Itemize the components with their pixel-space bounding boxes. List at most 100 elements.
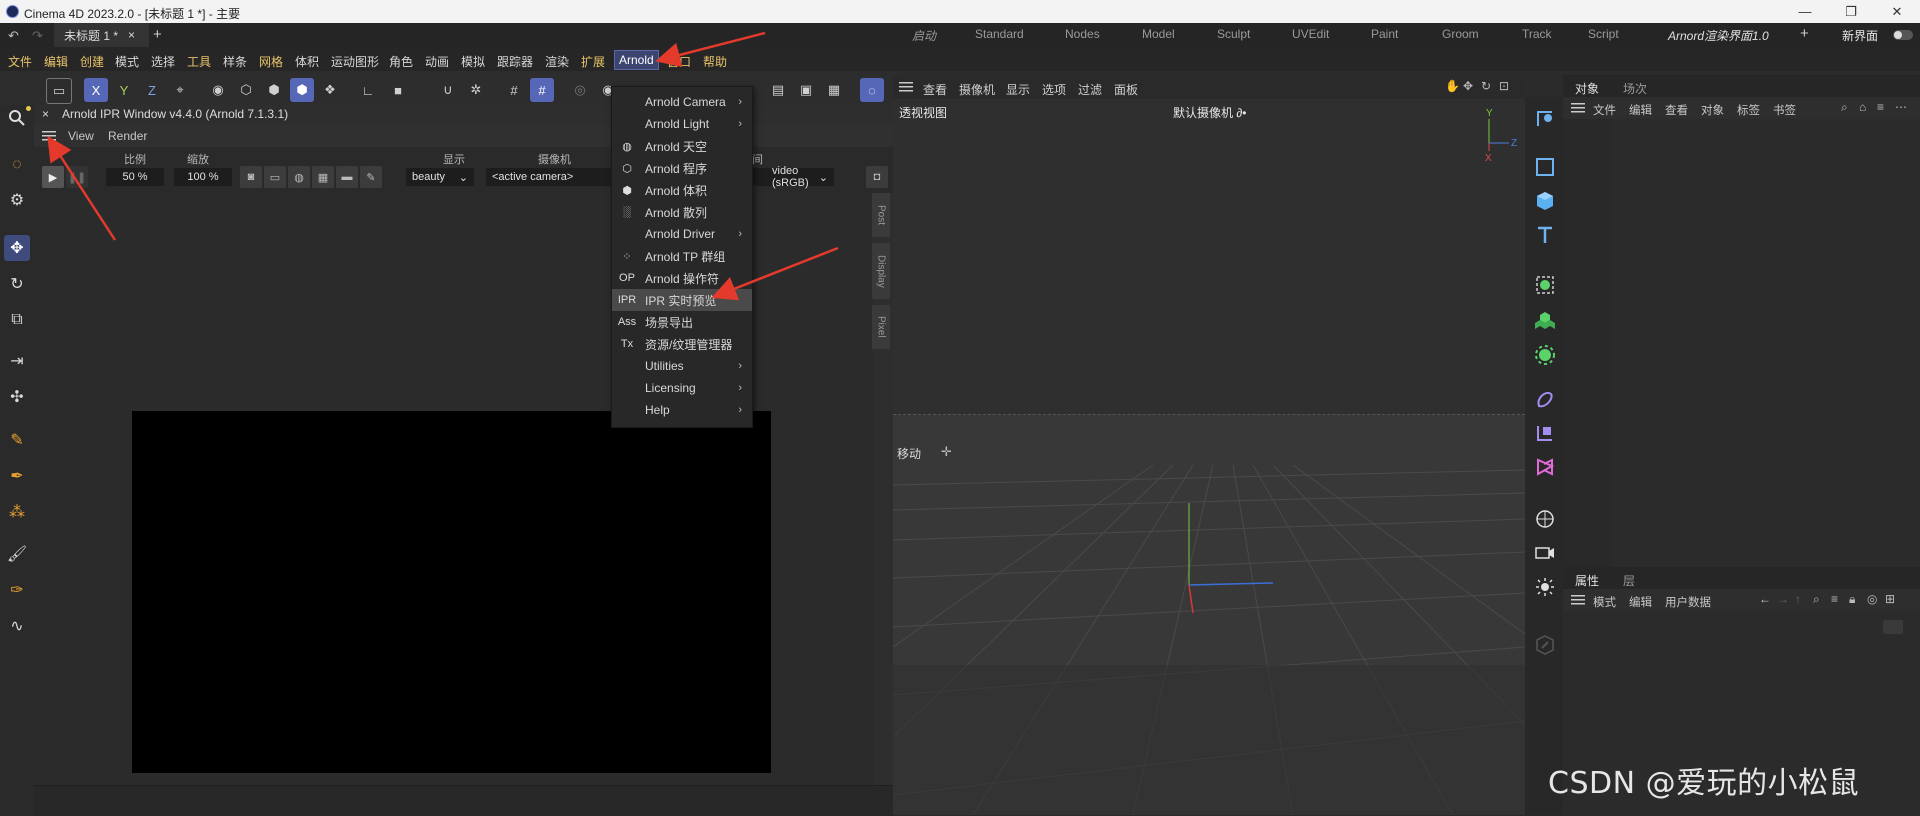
dropdown-item[interactable]: IPR IPR 实时预览 xyxy=(612,289,752,311)
om-menu-tags[interactable]: 标签 xyxy=(1737,102,1760,118)
layout-tab-arnold[interactable]: Arnord渲染界面1.0 xyxy=(1662,27,1775,49)
layout-tab-track[interactable]: Track xyxy=(1522,27,1552,41)
edges-mode-icon[interactable]: ⬡ xyxy=(234,78,258,102)
interface-toggle[interactable] xyxy=(1893,30,1913,40)
render-settings-icon[interactable]: ▦ xyxy=(822,78,846,102)
rotate-tool-icon[interactable]: ↻ xyxy=(4,271,30,297)
menu-edit[interactable]: 编辑 xyxy=(44,53,68,70)
viewport-menu-camera[interactable]: 摄像机 xyxy=(959,81,995,98)
globe-icon[interactable]: ◍ xyxy=(288,166,310,188)
cloner-green-icon[interactable] xyxy=(1531,307,1559,335)
menu-create[interactable]: 创建 xyxy=(80,53,104,70)
new-interface-button[interactable]: 新界面 xyxy=(1842,27,1878,44)
spline-point-icon[interactable]: ✒ xyxy=(4,463,30,489)
pan-hand-icon[interactable]: ✋ xyxy=(1445,79,1460,93)
tab-layers[interactable]: 层 xyxy=(1623,572,1635,589)
pen-icon[interactable]: ✑ xyxy=(4,577,30,603)
snapshot-icon[interactable]: ◙ xyxy=(240,166,262,188)
side-tab-post[interactable]: Post xyxy=(872,193,890,237)
attr-toggle-button[interactable] xyxy=(1883,620,1903,634)
layout-tab-groom[interactable]: Groom xyxy=(1442,27,1479,41)
spline-tool-icon[interactable] xyxy=(1531,105,1559,133)
viewport-menu-options[interactable]: 选项 xyxy=(1042,81,1066,98)
redo-icon[interactable]: ↷ xyxy=(32,28,43,44)
viewport-upper[interactable]: 透视视图 默认摄像机 ∂• Y Z X xyxy=(893,99,1525,415)
attr-lock-icon[interactable]: 🔒︎ xyxy=(1849,592,1855,607)
disabled-tool-icon[interactable] xyxy=(1531,631,1559,659)
document-tab-close-icon[interactable]: × xyxy=(128,28,135,42)
minimize-button[interactable]: — xyxy=(1782,0,1828,23)
attr-menu-userdata[interactable]: 用户数据 xyxy=(1665,594,1711,610)
om-home-icon[interactable]: ⌂ xyxy=(1859,100,1866,114)
add-layout-button[interactable]: + xyxy=(1800,25,1809,42)
ipr-close-icon[interactable]: × xyxy=(42,107,49,121)
menu-animate[interactable]: 动画 xyxy=(425,53,449,70)
debug-shading-icon[interactable]: ✎ xyxy=(360,166,382,188)
scale-field[interactable]: 50 % xyxy=(106,168,164,186)
sketch-icon[interactable]: ∿ xyxy=(4,613,30,639)
deformer-icon[interactable] xyxy=(1531,385,1559,413)
dropdown-item[interactable]: Help › xyxy=(612,399,752,421)
layout-tab-startup[interactable]: 启动 xyxy=(912,27,936,44)
ipr-pause-button[interactable]: ❚❚ xyxy=(66,166,88,188)
dropdown-item[interactable]: Tx 资源/纹理管理器 xyxy=(612,333,752,355)
om-search-icon[interactable]: ⌕ xyxy=(1841,100,1848,115)
render-canvas[interactable] xyxy=(132,411,771,773)
dropdown-item[interactable]: Arnold Driver › xyxy=(612,223,752,245)
om-menu-file[interactable]: 文件 xyxy=(1593,102,1616,118)
menu-help[interactable]: 帮助 xyxy=(703,53,727,70)
axis-y-lock-icon[interactable]: Y xyxy=(112,78,136,102)
attr-new-window-icon[interactable]: ⊞ xyxy=(1885,592,1895,606)
solo-icon[interactable]: ■ xyxy=(386,78,410,102)
camera-select[interactable]: <active camera> xyxy=(486,168,616,186)
tab-takes[interactable]: 场次 xyxy=(1623,80,1647,97)
om-filter-icon[interactable]: ≡ xyxy=(1877,100,1884,114)
snap-icon[interactable]: ∪ xyxy=(436,78,460,102)
polygons-mode-icon[interactable]: ⬢ xyxy=(262,78,286,102)
attr-search-icon[interactable]: ⌕ xyxy=(1813,592,1820,607)
coordinate-system-icon[interactable]: ⌖ xyxy=(168,78,192,102)
back-arrow-icon[interactable]: ← xyxy=(1759,592,1771,606)
forward-arrow-icon[interactable]: → xyxy=(1777,592,1789,606)
bucket-icon[interactable]: ▦ xyxy=(312,166,334,188)
points-mode-icon[interactable]: ◉ xyxy=(206,78,230,102)
viewport-menu-panel[interactable]: 面板 xyxy=(1114,81,1138,98)
select-live-icon[interactable]: ◌ xyxy=(4,152,30,178)
layout-tab-standard[interactable]: Standard xyxy=(975,27,1024,41)
rectangle-spline-icon[interactable] xyxy=(1531,153,1559,181)
maximize-view-icon[interactable]: ⊡ xyxy=(1499,79,1509,93)
camera-snapshot-icon[interactable]: ◘ xyxy=(866,166,888,188)
menu-tracker[interactable]: 跟踪器 xyxy=(497,53,533,70)
attr-menu-mode[interactable]: 模式 xyxy=(1593,594,1616,610)
render-view-icon[interactable]: ▭ xyxy=(46,78,72,104)
scene-node-icon[interactable] xyxy=(1531,453,1559,481)
tool-settings-icon[interactable]: ⚙ xyxy=(4,187,30,213)
viewport-menu-filter[interactable]: 过滤 xyxy=(1078,81,1102,98)
dropdown-item[interactable]: OP Arnold 操作符 xyxy=(612,267,752,289)
render-region-icon[interactable]: ▤ xyxy=(766,78,790,102)
dropdown-item[interactable]: Licensing › xyxy=(612,377,752,399)
scale-tool-icon[interactable]: ⧉ xyxy=(4,307,30,333)
transform-tool-icon[interactable]: ⇥ xyxy=(4,348,30,374)
arnold-render-icon[interactable]: ◌ xyxy=(860,78,884,102)
menu-select[interactable]: 选择 xyxy=(151,53,175,70)
region-icon[interactable]: ▭ xyxy=(264,166,286,188)
axis-z-lock-icon[interactable]: Z xyxy=(140,78,164,102)
dropdown-item[interactable]: Ass 场景导出 xyxy=(612,311,752,333)
undo-icon[interactable]: ↶ xyxy=(8,28,19,44)
dropdown-item[interactable]: Arnold Light › xyxy=(612,113,752,135)
cube-icon[interactable] xyxy=(1531,187,1559,215)
attributes-hamburger-icon[interactable] xyxy=(1571,594,1585,606)
isolate-icon[interactable]: ▬ xyxy=(336,166,358,188)
grid-snap-icon[interactable]: # xyxy=(530,78,554,102)
menu-arnold[interactable]: Arnold xyxy=(614,50,659,70)
side-tab-pixel[interactable]: Pixel xyxy=(872,305,890,349)
move-tool-icon[interactable]: ✥ xyxy=(4,235,30,261)
layout-tab-sculpt[interactable]: Sculpt xyxy=(1217,27,1250,41)
viewport-menu-view[interactable]: 查看 xyxy=(923,81,947,98)
spline-pen-icon[interactable]: ✎ xyxy=(4,427,30,453)
menu-tools[interactable]: 工具 xyxy=(187,53,211,70)
viewport-hamburger-icon[interactable] xyxy=(899,81,913,93)
layout-tab-script[interactable]: Script xyxy=(1588,27,1619,41)
move-view-icon[interactable]: ✥ xyxy=(1463,79,1473,93)
